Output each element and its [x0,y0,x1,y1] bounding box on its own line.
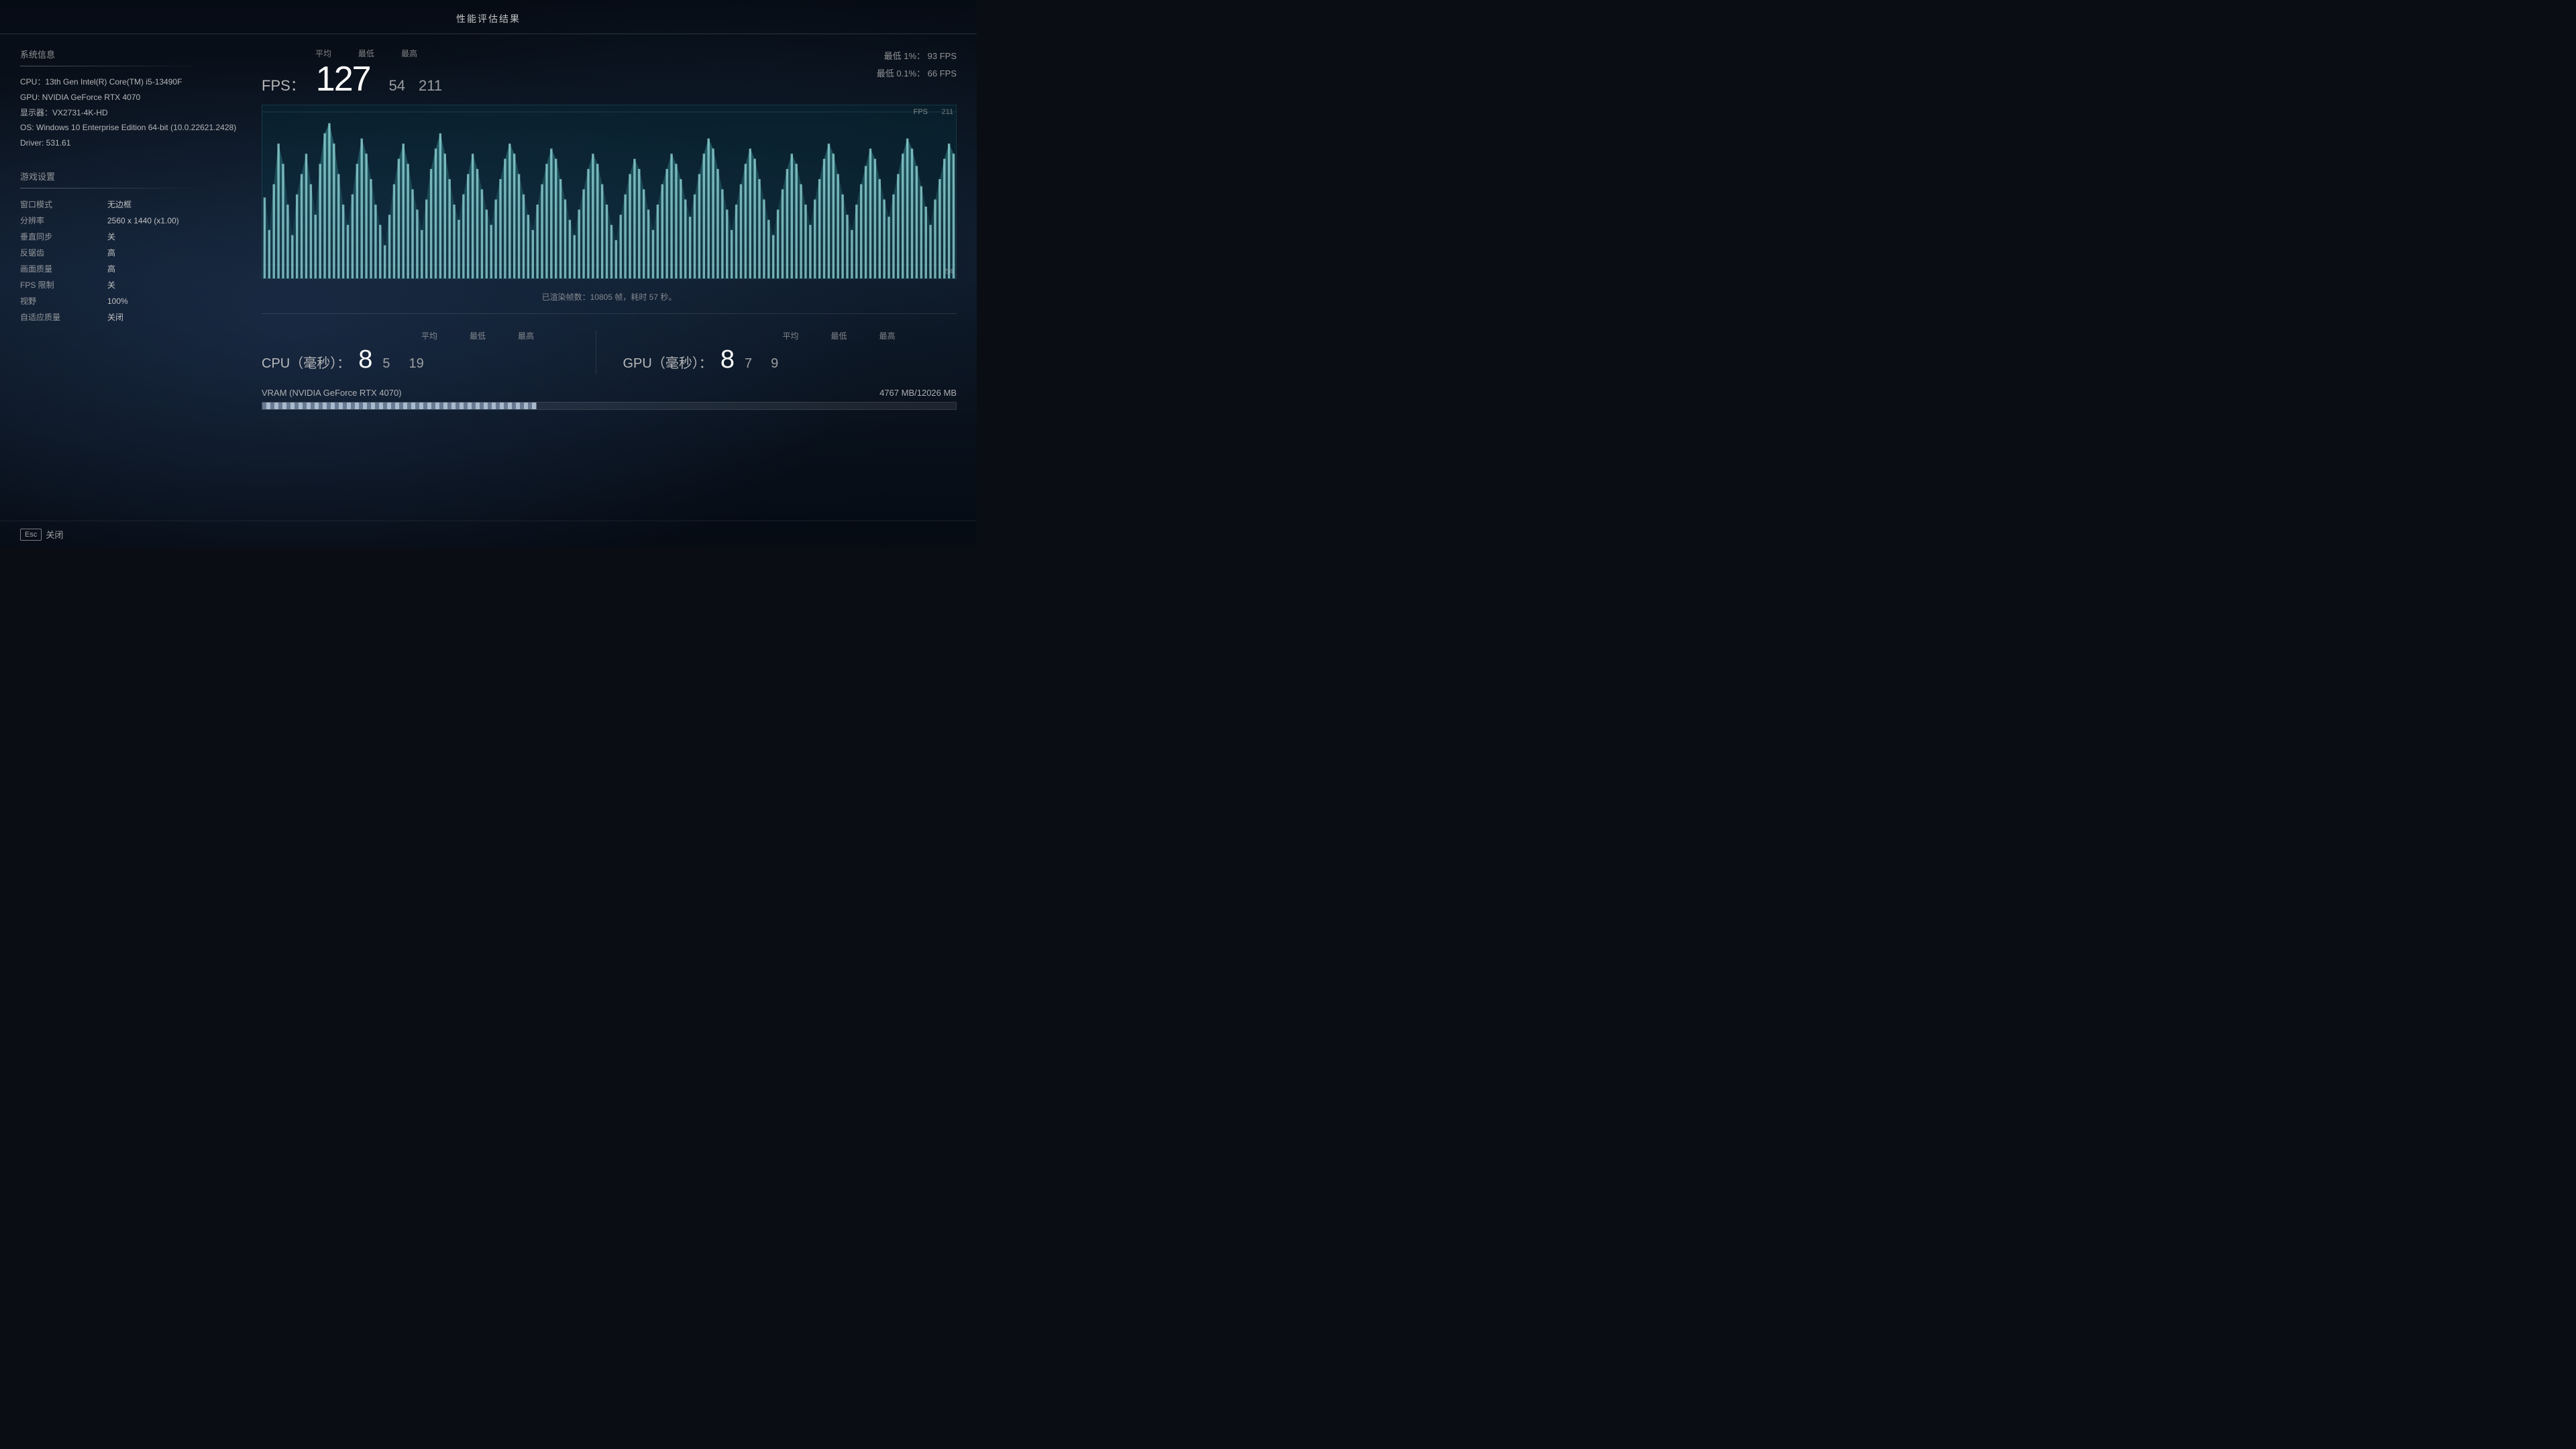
fps-low01pct-value: 66 FPS [928,68,957,78]
chart-y-max: 211 [941,108,953,116]
settings-value: 无边框 [107,197,131,213]
gpu-max-value: 9 [771,356,778,372]
gpu-min-label: 最低 [826,330,853,341]
settings-value: 高 [107,245,115,261]
vram-bar-bg [262,402,957,410]
settings-row: 自适应质量关闭 [20,309,248,325]
settings-row: 分辨率2560 x 1440 (x1.00) [20,213,248,229]
fps-low1pct-label: 最低 1%： [884,51,925,61]
close-label: 关闭 [46,528,63,541]
settings-row: 窗口模式无边框 [20,197,248,213]
settings-value: 关 [107,277,115,293]
settings-value: 2560 x 1440 (x1.00) [107,213,179,229]
title-bar: 性能评估结果 [0,0,977,34]
cpu-avg-label: 平均 [416,330,443,341]
fps-labels-row: 平均 最低 最高 [315,48,442,59]
rendered-info: 已渲染帧数：10805 帧，耗时 57 秒。 [262,287,957,304]
fps-max-value: 211 [419,77,442,95]
settings-value: 关闭 [107,309,123,325]
chart-fps-label: FPS [914,108,928,116]
settings-table: 窗口模式无边框分辨率2560 x 1440 (x1.00)垂直同步关反锯齿高画面… [20,197,248,325]
settings-value: 关 [107,229,115,245]
settings-key: 视野 [20,293,107,309]
chart-svg [262,105,956,278]
fps-header: 平均 最低 最高 FPS： 127 54 211 [262,48,957,97]
os-info: OS: Windows 10 Enterprise Edition 64-bit… [20,120,248,136]
cpu-avg-value: 8 [358,345,372,374]
cpu-max-label: 最高 [513,330,539,341]
gpu-timing-values: GPU（毫秒）： 8 7 9 [623,345,957,374]
system-info-title: 系统信息 [20,48,248,60]
left-panel: 系统信息 CPU：13th Gen Intel(R) Core(TM) i5-1… [20,48,248,507]
gpu-timing-prefix: GPU（毫秒）： [623,352,712,372]
gpu-timing-others: 7 9 [745,350,778,372]
settings-value: 100% [107,293,128,309]
vram-bar-fill [262,402,537,409]
settings-key: FPS 限制 [20,277,107,293]
vram-value: 4767 MB/12026 MB [879,388,957,398]
fps-low1pct-value: 93 FPS [928,51,957,61]
game-settings-title: 游戏设置 [20,170,248,182]
fps-left: 平均 最低 最高 FPS： 127 54 211 [262,48,442,97]
fps-avg-label: 平均 [315,48,331,59]
cpu-timing-block: 平均 最低 最高 CPU（毫秒）： 8 5 19 [262,330,596,374]
fps-avg-value: 127 [316,62,370,97]
gpu-timing-block: 平均 最低 最高 GPU（毫秒）： 8 7 9 [596,330,957,374]
gpu-avg-value: 8 [720,345,734,374]
settings-row: 垂直同步关 [20,229,248,245]
cpu-timing-prefix: CPU（毫秒）： [262,352,350,372]
settings-row: FPS 限制关 [20,277,248,293]
fps-prefix: FPS： [262,74,305,95]
fps-chart: FPS 211 54 [262,105,957,279]
timing-section: 平均 最低 最高 CPU（毫秒）： 8 5 19 [262,323,957,374]
cpu-info: CPU：13th Gen Intel(R) Core(TM) i5-13490F [20,74,248,90]
fps-values-row: FPS： 127 54 211 [262,62,442,97]
settings-key: 窗口模式 [20,197,107,213]
gpu-max-label: 最高 [874,330,901,341]
vram-section: VRAM (NVIDIA GeForce RTX 4070) 4767 MB/1… [262,382,957,413]
settings-key: 垂直同步 [20,229,107,245]
fps-low01pct: 最低 0.1%： 66 FPS [877,65,957,83]
settings-key: 反锯齿 [20,245,107,261]
fps-low1pct: 最低 1%： 93 FPS [877,48,957,65]
fps-right: 最低 1%： 93 FPS 最低 0.1%： 66 FPS [877,48,957,83]
driver-info: Driver: 531.61 [20,136,248,151]
cpu-min-label: 最低 [464,330,491,341]
fps-low01pct-label: 最低 0.1%： [877,68,925,78]
fps-min-value: 54 [389,77,405,95]
cpu-timing-values: CPU（毫秒）： 8 5 19 [262,345,596,374]
gpu-avg-label: 平均 [777,330,804,341]
gpu-info: GPU: NVIDIA GeForce RTX 4070 [20,90,248,105]
settings-key: 自适应质量 [20,309,107,325]
game-settings-divider [20,188,248,189]
fps-max-label: 最高 [401,48,417,59]
gpu-min-value: 7 [745,356,752,372]
settings-row: 画面质量高 [20,261,248,277]
settings-row: 反锯齿高 [20,245,248,261]
settings-value: 高 [107,261,115,277]
system-info-section: 系统信息 CPU：13th Gen Intel(R) Core(TM) i5-1… [20,48,248,151]
display-info: 显示器：VX2731-4K-HD [20,105,248,121]
cpu-timing-others: 5 19 [382,350,423,372]
settings-key: 分辨率 [20,213,107,229]
page-title: 性能评估结果 [456,13,521,24]
fps-min-max: 54 211 [389,66,443,95]
game-settings-section: 游戏设置 窗口模式无边框分辨率2560 x 1440 (x1.00)垂直同步关反… [20,170,248,325]
settings-key: 画面质量 [20,261,107,277]
chart-y-min: 54 [945,268,953,276]
bottom-bar: Esc 关闭 [0,521,977,547]
settings-row: 视野100% [20,293,248,309]
fps-min-label: 最低 [358,48,374,59]
vram-header: VRAM (NVIDIA GeForce RTX 4070) 4767 MB/1… [262,388,957,398]
cpu-max-value: 19 [409,356,424,372]
vram-title: VRAM (NVIDIA GeForce RTX 4070) [262,388,402,398]
right-panel: 平均 最低 最高 FPS： 127 54 211 [262,48,957,507]
esc-button[interactable]: Esc [20,529,42,541]
cpu-min-value: 5 [382,356,390,372]
timing-divider [262,313,957,314]
